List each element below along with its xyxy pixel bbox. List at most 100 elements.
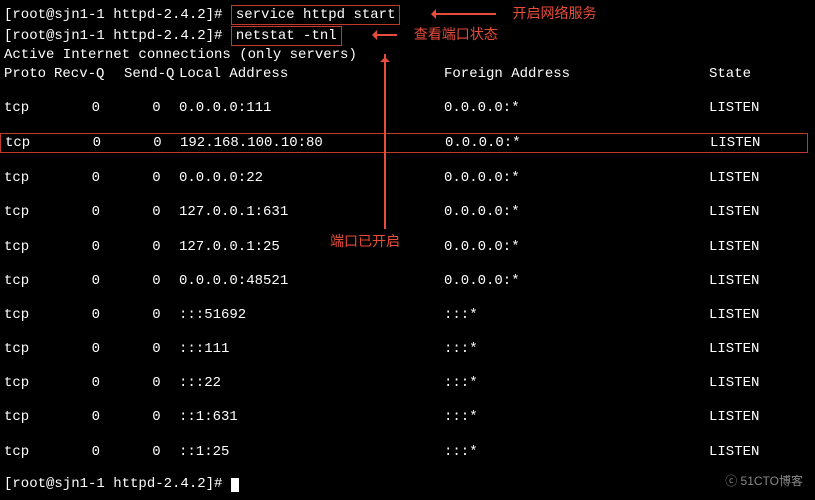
cell-proto: tcp (4, 374, 54, 392)
cell-state: LISTEN (709, 408, 811, 426)
cell-sendq: 0 (124, 306, 179, 324)
table-row: tcp00 127.0.0.1:6310.0.0.0:*LISTEN (4, 203, 811, 221)
cell-state: LISTEN (709, 272, 811, 290)
table-row: tcp00 0.0.0.0:485210.0.0.0:*LISTEN (4, 272, 811, 290)
cell-local: 0.0.0.0:22 (179, 169, 444, 187)
table-row: tcp00 127.0.0.1:250.0.0.0:*LISTEN (4, 238, 811, 256)
banner-text: Active Internet connections (only server… (4, 46, 811, 64)
cell-sendq: 0 (124, 169, 179, 187)
table-row: tcp00 :::51692:::*LISTEN (4, 306, 811, 324)
cell-proto: tcp (4, 340, 54, 358)
table-row: tcp00 0.0.0.0:1110.0.0.0:*LISTEN (4, 99, 811, 117)
cell-state: LISTEN (709, 203, 811, 221)
cell-local: 0.0.0.0:48521 (179, 272, 444, 290)
cell-recvq: 0 (54, 203, 124, 221)
cell-proto: tcp (4, 203, 54, 221)
cell-recvq: 0 (54, 340, 124, 358)
cell-recvq: 0 (54, 99, 124, 117)
cell-state: LISTEN (710, 134, 807, 152)
cell-state: LISTEN (709, 99, 811, 117)
cell-recvq: 0 (55, 134, 125, 152)
header-foreign: Foreign Address (444, 65, 709, 83)
prompt-line-1: [root@sjn1-1 httpd-2.4.2]# service httpd… (4, 4, 811, 25)
header-sendq: Send-Q (124, 65, 179, 83)
prompt-prefix: [root@sjn1-1 httpd-2.4.2]# (4, 7, 231, 23)
cell-sendq: 0 (124, 203, 179, 221)
header-local: Local Address (179, 65, 444, 83)
cell-foreign: 0.0.0.0:* (445, 134, 710, 152)
cell-state: LISTEN (709, 306, 811, 324)
cell-sendq: 0 (124, 443, 179, 461)
cell-proto: tcp (4, 238, 54, 256)
vertical-arrow-icon (384, 54, 386, 229)
cell-local: 127.0.0.1:631 (179, 203, 444, 221)
cell-sendq: 0 (124, 272, 179, 290)
cell-state: LISTEN (709, 238, 811, 256)
cell-local: 0.0.0.0:111 (179, 99, 444, 117)
cell-proto: tcp (4, 443, 54, 461)
table-row: tcp00 :::111:::*LISTEN (4, 340, 811, 358)
cell-foreign: :::* (444, 306, 709, 324)
cell-sendq: 0 (124, 99, 179, 117)
cell-proto: tcp (4, 306, 54, 324)
annotation-center: 端口已开启 (330, 232, 400, 250)
cell-local: ::1:631 (179, 408, 444, 426)
cell-foreign: 0.0.0.0:* (444, 272, 709, 290)
cell-local: :::51692 (179, 306, 444, 324)
cell-sendq: 0 (124, 374, 179, 392)
annotation-2: 查看端口状态 (414, 26, 498, 42)
table-row: tcp00 ::1:25:::*LISTEN (4, 443, 811, 461)
cell-local: :::22 (179, 374, 444, 392)
cursor-icon (231, 478, 239, 492)
cell-state: LISTEN (709, 443, 811, 461)
cell-foreign: :::* (444, 408, 709, 426)
table-row: tcp00 0.0.0.0:220.0.0.0:*LISTEN (4, 169, 811, 187)
annotation-1: 开启网络服务 (513, 5, 597, 21)
cell-foreign: :::* (444, 443, 709, 461)
prompt-line-2: [root@sjn1-1 httpd-2.4.2]# netstat -tnl … (4, 25, 811, 46)
cell-sendq: 0 (125, 134, 180, 152)
cell-proto: tcp (5, 134, 55, 152)
cell-proto: tcp (4, 99, 54, 117)
cell-sendq: 0 (124, 408, 179, 426)
cell-sendq: 0 (124, 238, 179, 256)
header-proto: Proto (4, 65, 54, 83)
watermark: ⓒ 51CTO博客 (725, 474, 803, 490)
cell-recvq: 0 (54, 374, 124, 392)
prompt-line-3[interactable]: [root@sjn1-1 httpd-2.4.2]# (4, 475, 811, 493)
cell-foreign: 0.0.0.0:* (444, 238, 709, 256)
cell-local: 192.168.100.10:80 (180, 134, 445, 152)
cell-proto: tcp (4, 272, 54, 290)
cell-recvq: 0 (54, 408, 124, 426)
cell-recvq: 0 (54, 443, 124, 461)
prompt-prefix: [root@sjn1-1 httpd-2.4.2]# (4, 28, 231, 44)
cell-foreign: 0.0.0.0:* (444, 99, 709, 117)
cell-recvq: 0 (54, 272, 124, 290)
cell-proto: tcp (4, 169, 54, 187)
cell-local: :::111 (179, 340, 444, 358)
cell-foreign: 0.0.0.0:* (444, 169, 709, 187)
cell-recvq: 0 (54, 238, 124, 256)
command-boxed-2: netstat -tnl (231, 26, 342, 46)
prompt-prefix: [root@sjn1-1 httpd-2.4.2]# (4, 476, 231, 492)
header-state: State (709, 65, 811, 83)
cell-proto: tcp (4, 408, 54, 426)
cell-recvq: 0 (54, 306, 124, 324)
cell-state: LISTEN (709, 374, 811, 392)
cell-local: 127.0.0.1:25 (179, 238, 444, 256)
cell-state: LISTEN (709, 340, 811, 358)
cell-recvq: 0 (54, 169, 124, 187)
command-boxed-1: service httpd start (231, 5, 401, 25)
cell-local: ::1:25 (179, 443, 444, 461)
cell-foreign: 0.0.0.0:* (444, 203, 709, 221)
cell-foreign: :::* (444, 374, 709, 392)
table-row: tcp00 192.168.100.10:800.0.0.0:*LISTEN (0, 133, 808, 153)
cell-state: LISTEN (709, 169, 811, 187)
cell-sendq: 0 (124, 340, 179, 358)
cell-foreign: :::* (444, 340, 709, 358)
table-row: tcp00 ::1:631:::*LISTEN (4, 408, 811, 426)
table-rows: tcp00 0.0.0.0:1110.0.0.0:*LISTENtcp00 19… (4, 99, 811, 461)
arrow-icon (367, 29, 397, 41)
arrow-icon (426, 8, 496, 20)
table-row: tcp00 :::22:::*LISTEN (4, 374, 811, 392)
